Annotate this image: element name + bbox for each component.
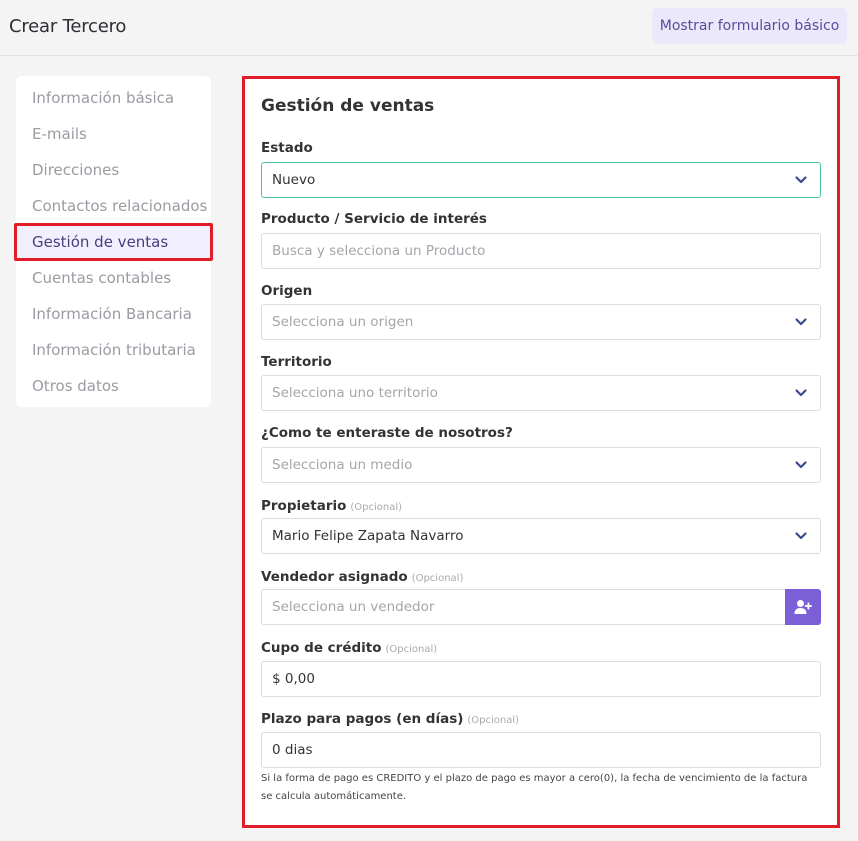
origen-label: Origen <box>261 283 313 299</box>
sidebar-item-informacion-tributaria[interactable]: Información tributaria <box>16 332 211 368</box>
plazo-value: 0 dias <box>272 742 313 758</box>
cupo-label-text: Cupo de crédito <box>261 640 382 656</box>
sidebar-item-emails[interactable]: E-mails <box>16 116 211 152</box>
chevron-down-icon <box>795 461 807 469</box>
page-title: Crear Tercero <box>9 16 127 37</box>
chevron-down-icon <box>795 176 807 184</box>
optional-tag: (Opcional) <box>467 715 520 726</box>
plazo-label: Plazo para pagos (en días) (Opcional) <box>261 711 519 727</box>
propietario-label: Propietario (Opcional) <box>261 498 402 514</box>
sidebar-item-gestion-de-ventas[interactable]: Gestión de ventas <box>14 223 213 261</box>
chevron-down-icon <box>795 532 807 540</box>
vendedor-label: Vendedor asignado (Opcional) <box>261 569 463 585</box>
vendedor-label-text: Vendedor asignado <box>261 569 408 585</box>
optional-tag: (Opcional) <box>350 502 403 513</box>
producto-label: Producto / Servicio de interés <box>261 211 487 227</box>
user-plus-icon <box>794 600 812 614</box>
sales-management-form: Gestión de ventas Estado Nuevo Producto … <box>244 78 838 826</box>
territorio-label: Territorio <box>261 354 332 370</box>
estado-select[interactable]: Nuevo <box>261 162 821 198</box>
propietario-select[interactable]: Mario Felipe Zapata Navarro <box>261 518 821 554</box>
estado-value: Nuevo <box>272 172 316 188</box>
estado-label: Estado <box>261 140 313 156</box>
plazo-input[interactable]: 0 dias <box>261 732 821 768</box>
optional-tag: (Opcional) <box>385 644 438 655</box>
plazo-label-text: Plazo para pagos (en días) <box>261 711 464 727</box>
sidebar-item-informacion-bancaria[interactable]: Información Bancaria <box>16 296 211 332</box>
sidebar-nav: Información básica E-mails Direcciones C… <box>14 76 213 407</box>
propietario-value: Mario Felipe Zapata Navarro <box>272 528 464 544</box>
top-bar: Crear Tercero Mostrar formulario básico <box>0 0 858 56</box>
add-vendedor-button[interactable] <box>785 589 821 625</box>
producto-search-field[interactable] <box>261 233 821 269</box>
vendedor-select[interactable]: Selecciona un vendedor <box>261 589 786 625</box>
sidebar-item-contactos-relacionados[interactable]: Contactos relacionados <box>16 188 211 224</box>
medio-select[interactable]: Selecciona un medio <box>261 447 821 483</box>
chevron-down-icon <box>795 389 807 397</box>
vendedor-field-group: Selecciona un vendedor <box>261 589 821 625</box>
origen-select[interactable]: Selecciona un origen <box>261 304 821 340</box>
plazo-help-text: Si la forma de pago es CREDITO y el plaz… <box>261 773 808 802</box>
vendedor-placeholder: Selecciona un vendedor <box>272 599 435 615</box>
section-title: Gestión de ventas <box>261 96 435 116</box>
chevron-down-icon <box>795 318 807 326</box>
show-basic-form-button[interactable]: Mostrar formulario básico <box>652 8 847 44</box>
medio-placeholder: Selecciona un medio <box>272 457 413 473</box>
sidebar-item-otros-datos[interactable]: Otros datos <box>16 368 211 404</box>
cupo-label: Cupo de crédito (Opcional) <box>261 640 437 656</box>
territorio-select[interactable]: Selecciona uno territorio <box>261 375 821 411</box>
producto-search-input[interactable] <box>272 234 820 268</box>
origen-placeholder: Selecciona un origen <box>272 314 414 330</box>
sidebar-item-cuentas-contables[interactable]: Cuentas contables <box>16 260 211 296</box>
propietario-label-text: Propietario <box>261 498 347 514</box>
cupo-value: $ 0,00 <box>272 671 315 687</box>
cupo-input[interactable]: $ 0,00 <box>261 661 821 697</box>
optional-tag: (Opcional) <box>411 573 464 584</box>
sidebar-item-informacion-basica[interactable]: Información básica <box>16 80 211 116</box>
territorio-placeholder: Selecciona uno territorio <box>272 385 438 401</box>
sidebar-item-direcciones[interactable]: Direcciones <box>16 152 211 188</box>
medio-label: ¿Como te enteraste de nosotros? <box>261 425 513 441</box>
